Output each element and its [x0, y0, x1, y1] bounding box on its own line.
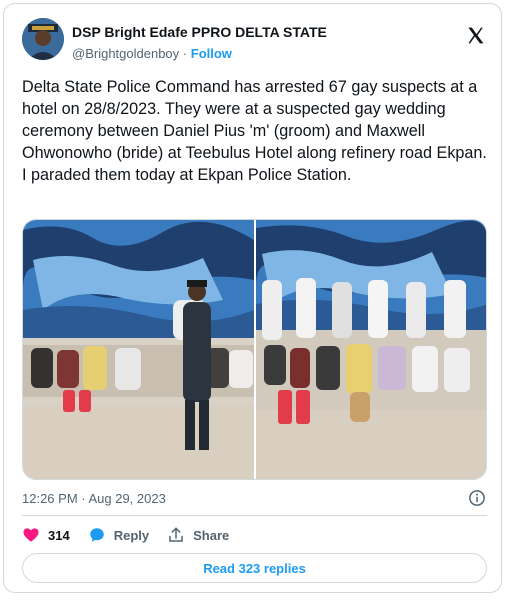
info-circle-icon[interactable] — [468, 489, 486, 507]
heart-icon — [23, 528, 39, 542]
author-handle[interactable]: @Brightgoldenboy — [72, 46, 179, 61]
author-handle-row: @Brightgoldenboy · Follow — [72, 46, 232, 61]
action-bar: 314 Reply Share — [22, 524, 247, 546]
follow-button[interactable]: Follow — [191, 46, 232, 61]
like-count: 314 — [48, 527, 70, 543]
tweet-media[interactable] — [22, 219, 487, 480]
share-label: Share — [193, 527, 230, 543]
reply-button[interactable]: Reply — [88, 526, 149, 544]
divider — [22, 515, 487, 516]
read-replies-button[interactable]: Read 323 replies — [22, 553, 487, 583]
like-button[interactable]: 314 — [22, 526, 70, 544]
handle-separator: · — [182, 46, 188, 61]
speech-bubble-icon — [89, 528, 104, 542]
photo-right[interactable] — [256, 220, 486, 479]
tweet-timestamp[interactable]: 12:26 PM · Aug 29, 2023 — [22, 491, 166, 506]
author-display-name[interactable]: DSP Bright Edafe PPRO DELTA STATE — [72, 24, 327, 40]
author-avatar[interactable] — [22, 18, 64, 60]
share-button[interactable]: Share — [167, 526, 229, 544]
tweet-text: Delta State Police Command has arrested … — [22, 78, 487, 184]
photo-left[interactable] — [23, 220, 254, 479]
tweet-card: DSP Bright Edafe PPRO DELTA STATE @Brigh… — [3, 3, 502, 593]
reply-label: Reply — [113, 527, 150, 543]
x-logo-icon[interactable] — [466, 26, 485, 45]
share-upload-icon — [169, 527, 183, 542]
